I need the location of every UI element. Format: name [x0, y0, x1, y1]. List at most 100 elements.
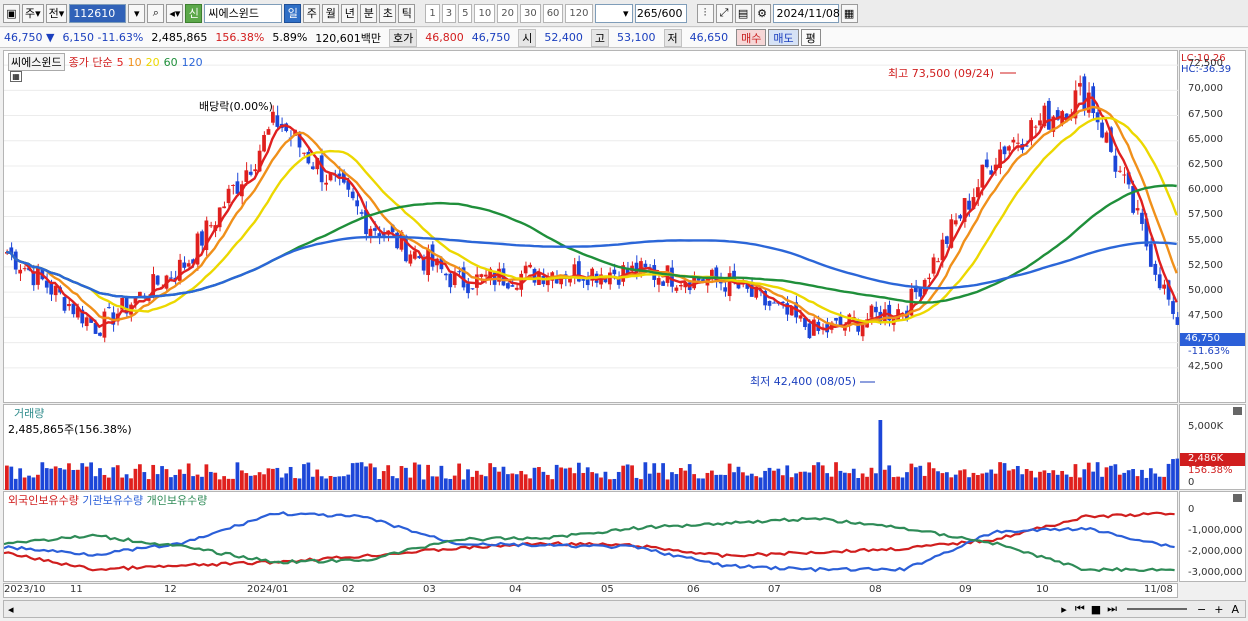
speaker-icon[interactable]: ◂▾	[166, 3, 184, 23]
jump-start-icon[interactable]: ⏮	[1075, 602, 1085, 616]
volume-pane[interactable]: 거래량 2,485,865주(156.38%)	[3, 404, 1180, 490]
volume-bar	[404, 467, 408, 490]
volume-bar	[581, 472, 586, 490]
volume-bar	[528, 478, 532, 490]
chart-type-icon[interactable]: ▣	[3, 3, 20, 23]
zoom-in-icon[interactable]: +	[1214, 603, 1223, 616]
scroll-right-icon[interactable]: ▸	[1061, 603, 1067, 616]
max-price-label: 최고 73,500 (09/24)	[888, 67, 994, 80]
volume-bar	[49, 468, 54, 490]
tab-minute[interactable]: 분	[360, 3, 378, 23]
code-dropdown-icon[interactable]: ▾	[128, 3, 146, 23]
interval-60[interactable]: 60	[542, 3, 564, 23]
candle-body	[984, 159, 989, 168]
interval-5[interactable]: 5	[458, 3, 473, 23]
save-icon[interactable]: ▤	[734, 3, 752, 23]
tab-week[interactable]: 주	[303, 3, 321, 23]
interval-120[interactable]: 120	[565, 3, 593, 23]
bid-price-2: 46,750	[471, 31, 511, 44]
volume-bar	[998, 462, 1002, 490]
volume-bar	[1046, 472, 1051, 490]
draw-tool-icon[interactable]: ⤢	[715, 3, 733, 23]
search-icon[interactable]: ⌕	[147, 3, 165, 23]
volume-bar	[443, 478, 448, 490]
volume-bar	[678, 468, 683, 490]
interval-3[interactable]: 3	[441, 3, 457, 23]
volume-bar	[1020, 474, 1025, 490]
volume-bar	[1104, 467, 1109, 490]
price-chart-pane[interactable]: 배당락(0.00%) 최고 73,500 (09/24) 최저 42,400 (…	[3, 50, 1180, 403]
current-price: 46,750 ▼	[4, 31, 55, 44]
volume-bar	[1064, 474, 1069, 490]
auto-scale-icon[interactable]: A	[1231, 603, 1239, 616]
calendar-icon[interactable]: ▦	[840, 3, 858, 23]
volume-close-icon[interactable]	[1233, 407, 1242, 415]
volume-bar	[395, 478, 399, 490]
candle-body	[1100, 122, 1104, 138]
jump-end-icon[interactable]: ⏭	[1107, 602, 1117, 616]
stock-code-input[interactable]: 112610	[69, 3, 127, 23]
date-tick: 08	[869, 584, 882, 595]
volume-bar	[878, 420, 883, 490]
volume-bar	[169, 477, 173, 490]
volume-bar	[612, 478, 617, 490]
interval-custom-select[interactable]: ▾	[594, 3, 633, 23]
volume-bar	[36, 474, 40, 490]
candle-body	[1131, 186, 1135, 213]
tab-year[interactable]: 년	[341, 3, 359, 23]
candle-body	[470, 288, 475, 290]
volume-bar	[244, 473, 249, 490]
volume-bar	[953, 474, 958, 490]
interval-30[interactable]: 30	[519, 3, 541, 23]
scroll-bar[interactable]: ◂ ▸ ⏮ ■ ⏭ − + A	[3, 600, 1246, 618]
flat-button[interactable]: 평	[800, 29, 821, 46]
stop-icon[interactable]: ■	[1091, 603, 1101, 616]
gear-icon[interactable]: ⚙	[753, 3, 771, 23]
volume-bar	[1100, 476, 1104, 490]
holdings-ytick-3m: -3,000,000	[1188, 567, 1243, 578]
zoom-slider[interactable]	[1127, 608, 1188, 610]
date-tick: 07	[768, 584, 781, 595]
adjust-label: 전	[48, 7, 59, 20]
interval-1[interactable]: 1	[425, 3, 440, 23]
candle-body	[53, 285, 58, 296]
holdings-pane[interactable]: 외국인보유수량 기관보유수량 개인보유수량	[3, 491, 1178, 582]
volume-bar	[475, 470, 479, 490]
volume-bar	[1148, 468, 1153, 490]
tab-month[interactable]: 월	[322, 3, 340, 23]
zoom-out-icon[interactable]: −	[1197, 603, 1206, 616]
count-field[interactable]: 265/600	[634, 3, 687, 23]
adjust-select[interactable]: 전 ▾	[45, 3, 68, 23]
date-field[interactable]: 2024/11/08	[772, 3, 840, 23]
candle-body	[1078, 83, 1082, 87]
volume-bar	[1091, 471, 1096, 490]
scroll-left-icon[interactable]: ◂	[8, 603, 14, 616]
volume-bar	[625, 464, 630, 490]
volume-bar	[550, 479, 555, 490]
grid-toggle-icon[interactable]: ▦	[10, 71, 22, 82]
volume-bar	[705, 472, 710, 490]
interval-10[interactable]: 10	[474, 3, 496, 23]
tab-second[interactable]: 초	[379, 3, 397, 23]
price-ytick: 62,500	[1188, 159, 1223, 170]
volume-title: 거래량	[14, 407, 45, 420]
volume-bar	[723, 474, 728, 490]
candle-body	[1140, 212, 1144, 224]
holdings-close-icon[interactable]	[1233, 494, 1242, 502]
sell-button[interactable]: 매도	[768, 29, 799, 46]
period-select[interactable]: 주 ▾	[22, 3, 44, 23]
current-rate-tag: -11.63%	[1188, 346, 1230, 357]
buy-button[interactable]: 매수	[736, 29, 767, 46]
candle-body	[182, 262, 187, 268]
interval-20[interactable]: 20	[497, 3, 518, 23]
volume-bar	[1011, 469, 1016, 490]
candle-body	[448, 273, 453, 288]
candle-icon[interactable]: ⫶	[696, 3, 714, 23]
volume-ratio-tag: 156.38%	[1188, 465, 1233, 476]
volume-bar	[568, 467, 572, 490]
tab-tick[interactable]: 틱	[398, 3, 416, 23]
tab-day[interactable]: 일	[284, 3, 302, 23]
volume-bar	[1078, 477, 1082, 490]
volume-bar	[492, 467, 497, 490]
volume-bar	[1015, 465, 1020, 490]
